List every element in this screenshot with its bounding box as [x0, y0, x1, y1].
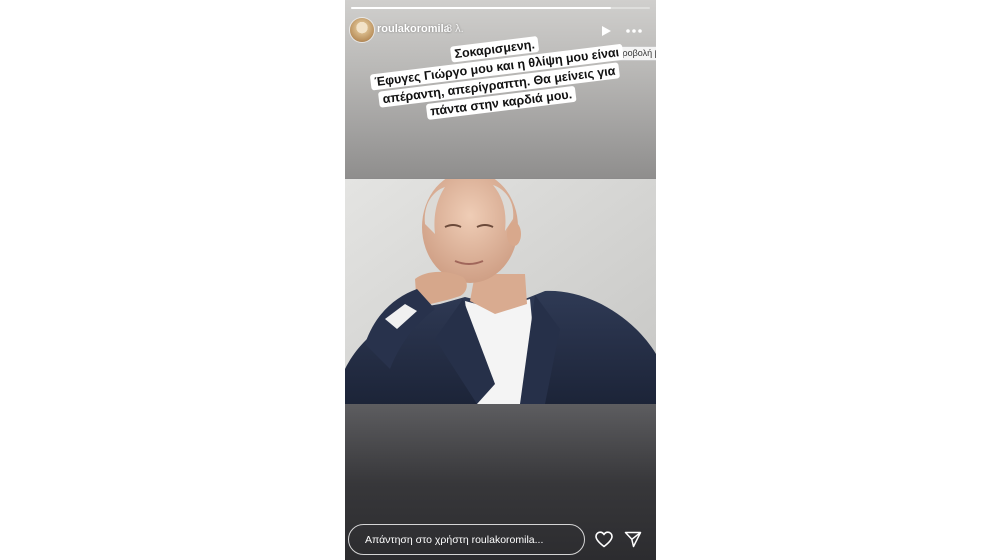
- avatar[interactable]: [350, 18, 374, 42]
- heart-icon: [595, 531, 613, 548]
- username[interactable]: roulakoromila: [377, 23, 450, 35]
- time-ago: 8 λ.: [446, 23, 464, 35]
- story-viewer[interactable]: roulakoromila 8 λ. Προβολή β Σοκαρισμενη…: [345, 0, 656, 560]
- story-progress-bar: [351, 7, 650, 9]
- send-button[interactable]: [624, 531, 642, 548]
- story-progress-fill: [351, 7, 612, 9]
- reply-input[interactable]: Απάντηση στο χρήστη roulakoromila...: [348, 524, 585, 555]
- like-button[interactable]: [595, 531, 613, 548]
- send-icon: [624, 531, 642, 548]
- portrait-illustration: [345, 179, 656, 404]
- reply-placeholder: Απάντηση στο χρήστη roulakoromila...: [365, 534, 544, 546]
- story-photo: [345, 179, 656, 404]
